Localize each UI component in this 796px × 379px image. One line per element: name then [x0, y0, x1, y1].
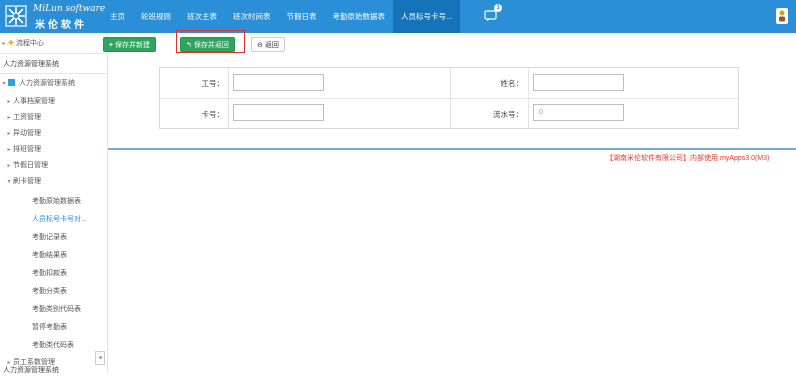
caret-down-icon: ▾ [2, 81, 6, 87]
sidebar-subitem-attendance-categories[interactable]: 考勤分类表 [0, 284, 108, 300]
save-and-new-button[interactable]: + 保存并新建 [103, 37, 157, 52]
back-label: 返回 [264, 42, 279, 49]
form-column-divider [528, 68, 529, 128]
nav-shift-master[interactable]: 班次主表 [179, 0, 225, 33]
sidebar-item-holidays[interactable]: ▸ 节假日管理 [0, 158, 108, 174]
sidebar-bottom-label: 人力资源管理系统 [3, 367, 59, 374]
sidebar: ▸ ✚ 流程中心 人力资源管理系统 ▾ 人力资源管理系统 ▸ 人事档案管理 ▸ 工资管… [0, 33, 108, 374]
name-input[interactable] [533, 74, 624, 91]
sidebar-collapse-toggle[interactable]: ◂ [95, 351, 105, 365]
caret-down-icon: ▾ [7, 179, 11, 185]
card-mapping-form: 工号： 姓名： 卡号： 流水号： [159, 67, 739, 129]
notification-badge: 3 [494, 4, 502, 12]
main-nav: 主页 轮班规则 班次主表 班次时间表 节假日表 考勤原始数据表 人员标号卡号..… [102, 0, 461, 33]
system-icon [8, 79, 15, 86]
back-button[interactable]: ⊖ 返回 [251, 37, 285, 52]
serial-number-label: 流水号： [493, 110, 523, 119]
sidebar-item-payroll[interactable]: ▸ 工资管理 [0, 110, 108, 126]
sidebar-item-workflow[interactable]: ▸ ✚ 流程中心 [0, 36, 108, 52]
form-column-divider [228, 68, 229, 128]
employee-id-label: 工号： [201, 79, 225, 88]
sidebar-subitem-type-codes[interactable]: 考勤类代码表 [0, 338, 108, 354]
logo-english-text: MiLun software [33, 4, 106, 14]
nav-attendance-raw[interactable]: 考勤原始数据表 [325, 0, 394, 33]
save-and-return-button[interactable]: ↰ 保存并返回 [180, 37, 235, 52]
form-column-divider [450, 68, 451, 128]
sidebar-subitem-attendance-deductions[interactable]: 考勤扣款表 [0, 266, 108, 282]
sidebar-item-card-management[interactable]: ▾ 刷卡管理 [0, 174, 108, 190]
sidebar-subitem-card-mapping[interactable]: 人员标号卡号对... [0, 212, 108, 228]
sidebar-subitem-suspended-attendance[interactable]: 暂停考勤表 [0, 320, 108, 336]
caret-right-icon: ▸ [7, 131, 11, 137]
caret-right-icon: ▸ [7, 115, 11, 121]
content-divider [108, 148, 796, 150]
sidebar-item-label: 节假日管理 [13, 162, 48, 169]
sidebar-subitem-attendance-results[interactable]: 考勤结果表 [0, 248, 108, 264]
sidebar-item-label: 刷卡管理 [13, 178, 41, 185]
nav-shift-time[interactable]: 班次时间表 [225, 0, 279, 33]
sidebar-item-label: 人力资源管理系统 [18, 80, 75, 87]
sidebar-item-scheduling[interactable]: ▸ 排班管理 [0, 142, 108, 158]
caret-right-icon: ▸ [7, 99, 11, 105]
back-circle-icon: ⊖ [257, 42, 263, 49]
form-row-divider [160, 98, 738, 99]
sidebar-item-label: 流程中心 [15, 40, 44, 47]
nav-home[interactable]: 主页 [102, 0, 133, 33]
footer-copyright: 【湖南米伦软件有限公司】内部使用 myApps3.0(M3) [606, 155, 770, 162]
name-label: 姓名： [500, 79, 524, 88]
top-navigation-bar: MiLun software 米伦软件 主页 轮班规则 班次主表 班次时间表 节… [0, 0, 796, 33]
user-glyph-icon [779, 10, 785, 22]
caret-right-icon: ▸ [7, 147, 11, 153]
sidebar-item-personnel[interactable]: ▸ 人事档案管理 [0, 94, 108, 110]
sidebar-system-header: 人力资源管理系统 [3, 61, 59, 68]
save-and-new-label: 保存并新建 [115, 42, 151, 49]
card-number-label: 卡号： [201, 110, 225, 119]
user-icon[interactable] [776, 8, 788, 24]
sidebar-subitem-attendance-raw[interactable]: 考勤原始数据表 [0, 194, 108, 210]
sidebar-divider [0, 53, 108, 54]
sidebar-subitem-category-codes[interactable]: 考勤类别代码表 [0, 302, 108, 318]
caret-right-icon: ▸ [7, 163, 11, 169]
save-and-return-label: 保存并返回 [193, 42, 229, 49]
nav-card-mapping[interactable]: 人员标号卡号... [393, 0, 461, 33]
sidebar-item-label: 异动管理 [13, 130, 41, 137]
card-number-input[interactable] [233, 104, 324, 121]
sidebar-subitem-attendance-records[interactable]: 考勤记录表 [0, 230, 108, 246]
sidebar-item-label: 人事档案管理 [13, 98, 55, 105]
logo: MiLun software 米伦软件 [4, 2, 106, 31]
plus-icon: + [109, 42, 114, 49]
flow-icon: ✚ [8, 40, 14, 47]
sidebar-item-transfer[interactable]: ▸ 异动管理 [0, 126, 108, 142]
logo-mark-icon [5, 5, 27, 27]
nav-shift-rules[interactable]: 轮班规则 [133, 0, 179, 33]
logo-chinese-text: 米伦软件 [35, 20, 87, 31]
employee-id-input[interactable] [233, 74, 324, 91]
caret-right-icon: ▸ [2, 41, 6, 47]
sidebar-item-label: 工资管理 [13, 114, 41, 121]
return-arrow-icon: ↰ [186, 42, 192, 49]
nav-holidays[interactable]: 节假日表 [279, 0, 325, 33]
sidebar-divider [0, 73, 108, 74]
serial-number-input[interactable] [533, 104, 624, 121]
sidebar-item-hr-system[interactable]: ▾ 人力资源管理系统 [0, 76, 108, 92]
sidebar-item-label: 排班管理 [13, 146, 41, 153]
